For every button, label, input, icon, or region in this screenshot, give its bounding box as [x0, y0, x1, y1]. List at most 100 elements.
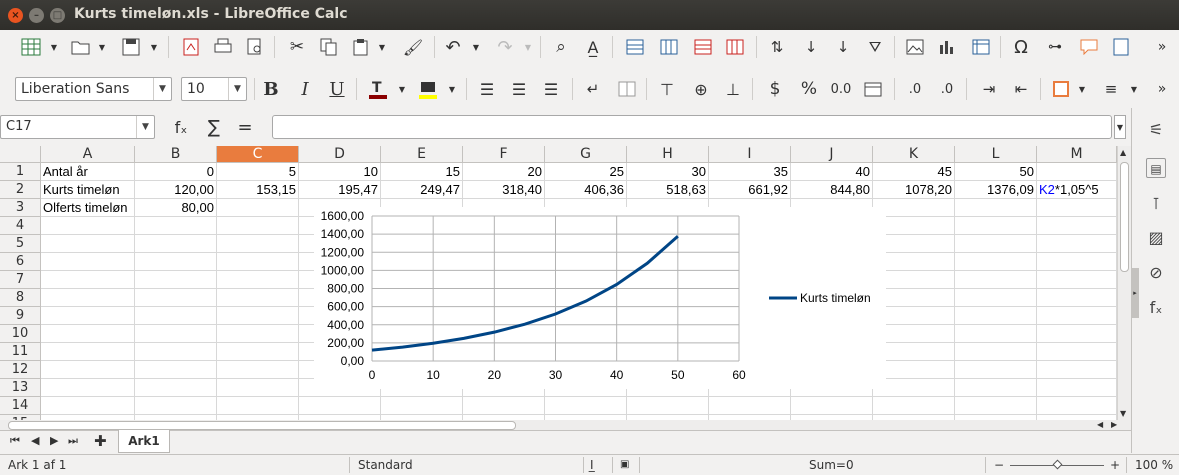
- row-header-8[interactable]: 8: [0, 289, 41, 307]
- print-preview-icon[interactable]: [242, 34, 268, 60]
- delete-decimal-icon[interactable]: .0: [934, 76, 960, 102]
- cell-a10[interactable]: [41, 325, 135, 343]
- cell-l7[interactable]: [955, 271, 1037, 289]
- cell-l5[interactable]: [955, 235, 1037, 253]
- cell-l1[interactable]: 50: [955, 163, 1037, 181]
- sum-icon[interactable]: ∑: [201, 114, 227, 140]
- scroll-up-arrow[interactable]: ▲: [1120, 148, 1126, 157]
- font-name-dropdown-icon[interactable]: ▼: [153, 78, 171, 100]
- row-header-3[interactable]: 3: [0, 199, 41, 217]
- cell-m8[interactable]: [1037, 289, 1117, 307]
- cut-icon[interactable]: ✂: [284, 34, 310, 60]
- align-bottom-icon[interactable]: ⊥: [720, 76, 746, 102]
- find-replace-icon[interactable]: ⌕: [548, 34, 574, 60]
- cell-i1[interactable]: 35: [709, 163, 791, 181]
- hyperlink-icon[interactable]: ⊶: [1042, 34, 1068, 60]
- cell-m11[interactable]: [1037, 343, 1117, 361]
- cell-f14[interactable]: [463, 397, 545, 415]
- cell-l3[interactable]: [955, 199, 1037, 217]
- autofilter-icon[interactable]: ⛛: [862, 34, 888, 60]
- cell-a1[interactable]: Antal år: [41, 163, 135, 181]
- align-top-icon[interactable]: ⊤: [654, 76, 680, 102]
- row-header-14[interactable]: 14: [0, 397, 41, 415]
- navigator-icon[interactable]: ⊘: [1146, 263, 1166, 283]
- undo-dropdown-icon[interactable]: ▼: [470, 34, 482, 60]
- cell-b10[interactable]: [135, 325, 217, 343]
- previous-sheet-icon[interactable]: ◀: [31, 434, 39, 447]
- insert-mode-icon[interactable]: I̲: [590, 455, 594, 475]
- sidebar-collapse-icon[interactable]: ▸: [1131, 268, 1139, 318]
- name-box[interactable]: C17 ▼: [0, 115, 155, 139]
- export-pdf-icon[interactable]: [178, 34, 204, 60]
- close-window-button[interactable]: ×: [8, 8, 23, 23]
- cell-a13[interactable]: [41, 379, 135, 397]
- select-all-corner[interactable]: [0, 146, 41, 163]
- cell-c12[interactable]: [217, 361, 299, 379]
- cell-f2[interactable]: 318,40: [463, 181, 545, 199]
- paste-dropdown-icon[interactable]: ▼: [376, 34, 388, 60]
- add-sheet-icon[interactable]: ✚: [94, 432, 107, 450]
- new-dropdown-icon[interactable]: ▼: [48, 34, 60, 60]
- column-header-j[interactable]: J: [791, 146, 873, 163]
- merge-cells-icon[interactable]: [614, 76, 640, 102]
- borders-dropdown-icon[interactable]: ▼: [1076, 76, 1088, 102]
- cell-m1[interactable]: [1037, 163, 1117, 181]
- cell-l14[interactable]: [955, 397, 1037, 415]
- cell-m4[interactable]: [1037, 217, 1117, 235]
- cell-b7[interactable]: [135, 271, 217, 289]
- cell-d14[interactable]: [299, 397, 381, 415]
- bold-icon[interactable]: B: [258, 76, 284, 102]
- column-header-d[interactable]: D: [299, 146, 381, 163]
- highlight-dropdown-icon[interactable]: ▼: [446, 76, 458, 102]
- column-header-i[interactable]: I: [709, 146, 791, 163]
- row-icon[interactable]: [622, 34, 648, 60]
- column-header-h[interactable]: H: [627, 146, 709, 163]
- more-options-icon[interactable]: »: [1152, 34, 1172, 60]
- cell-c1[interactable]: 5: [217, 163, 299, 181]
- row-header-9[interactable]: 9: [0, 307, 41, 325]
- column-header-k[interactable]: K: [873, 146, 955, 163]
- cell-b11[interactable]: [135, 343, 217, 361]
- cell-l6[interactable]: [955, 253, 1037, 271]
- row-header-13[interactable]: 13: [0, 379, 41, 397]
- cell-d2[interactable]: 195,47: [299, 181, 381, 199]
- cell-c2[interactable]: 153,15: [217, 181, 299, 199]
- zoom-level[interactable]: 100 %: [1135, 455, 1173, 475]
- cell-h1[interactable]: 30: [627, 163, 709, 181]
- cell-m6[interactable]: [1037, 253, 1117, 271]
- font-color-icon[interactable]: T: [364, 76, 392, 102]
- cell-a8[interactable]: [41, 289, 135, 307]
- redo-icon[interactable]: ↷: [492, 34, 518, 60]
- font-size-box[interactable]: 10 ▼: [181, 77, 247, 101]
- cell-j1[interactable]: 40: [791, 163, 873, 181]
- cell-c11[interactable]: [217, 343, 299, 361]
- cell-a2[interactable]: Kurts timeløn: [41, 181, 135, 199]
- cell-m2[interactable]: K2*1,05^5: [1037, 181, 1117, 199]
- zoom-slider-thumb[interactable]: [1052, 459, 1063, 470]
- cell-a9[interactable]: [41, 307, 135, 325]
- border-style-icon[interactable]: ≡: [1098, 76, 1124, 102]
- open-icon[interactable]: [68, 34, 94, 60]
- cell-b4[interactable]: [135, 217, 217, 235]
- row-header-6[interactable]: 6: [0, 253, 41, 271]
- column-header-a[interactable]: A: [41, 146, 135, 163]
- vertical-scroll-thumb[interactable]: [1120, 162, 1129, 272]
- first-sheet-icon[interactable]: ⏮: [10, 434, 20, 448]
- cell-i14[interactable]: [709, 397, 791, 415]
- borders-icon[interactable]: [1048, 76, 1074, 102]
- number-format-icon[interactable]: 0.0: [828, 76, 854, 102]
- cell-b3[interactable]: 80,00: [135, 199, 217, 217]
- align-left-icon[interactable]: ☰: [474, 76, 500, 102]
- insert-image-icon[interactable]: [902, 34, 928, 60]
- highlight-color-icon[interactable]: [414, 76, 442, 102]
- paste-icon[interactable]: [348, 34, 374, 60]
- cell-a3[interactable]: Olferts timeløn: [41, 199, 135, 217]
- cell-g2[interactable]: 406,36: [545, 181, 627, 199]
- row-header-2[interactable]: 2: [0, 181, 41, 199]
- border-style-dropdown-icon[interactable]: ▼: [1128, 76, 1140, 102]
- function-wizard-icon[interactable]: fₓ: [168, 114, 194, 140]
- open-dropdown-icon[interactable]: ▼: [96, 34, 108, 60]
- cell-l9[interactable]: [955, 307, 1037, 325]
- cell-c9[interactable]: [217, 307, 299, 325]
- special-character-icon[interactable]: Ω: [1008, 34, 1034, 60]
